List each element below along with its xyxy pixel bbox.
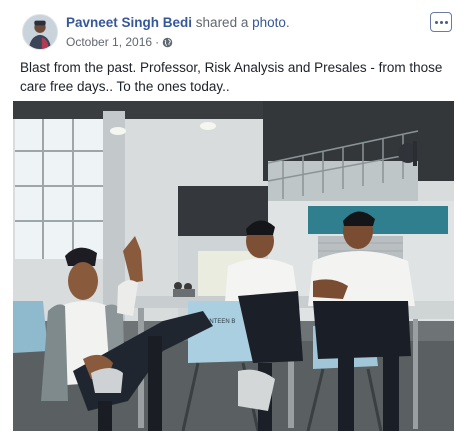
post-date[interactable]: October 1, 2016: [66, 35, 152, 49]
more-options-icon[interactable]: [430, 12, 452, 32]
post-header: Pavneet Singh Bedi shared a photo.: [66, 14, 290, 32]
photo-illustration: Ch CANTEE: [13, 101, 454, 431]
globe-icon[interactable]: [162, 37, 173, 48]
meta-separator: ·: [155, 35, 160, 49]
post-text: Blast from the past. Professor, Risk Ana…: [20, 60, 443, 94]
photo-link[interactable]: photo: [252, 15, 286, 30]
facebook-post: Pavneet Singh Bedi shared a photo. Octob…: [0, 0, 466, 435]
shared-suffix: .: [285, 15, 290, 30]
author-name[interactable]: Pavneet Singh Bedi: [66, 15, 192, 30]
shared-text: shared a: [195, 15, 249, 30]
post-meta: October 1, 2016 ·: [66, 35, 173, 49]
avatar[interactable]: [22, 14, 58, 50]
post-photo[interactable]: Ch CANTEE: [13, 101, 454, 431]
